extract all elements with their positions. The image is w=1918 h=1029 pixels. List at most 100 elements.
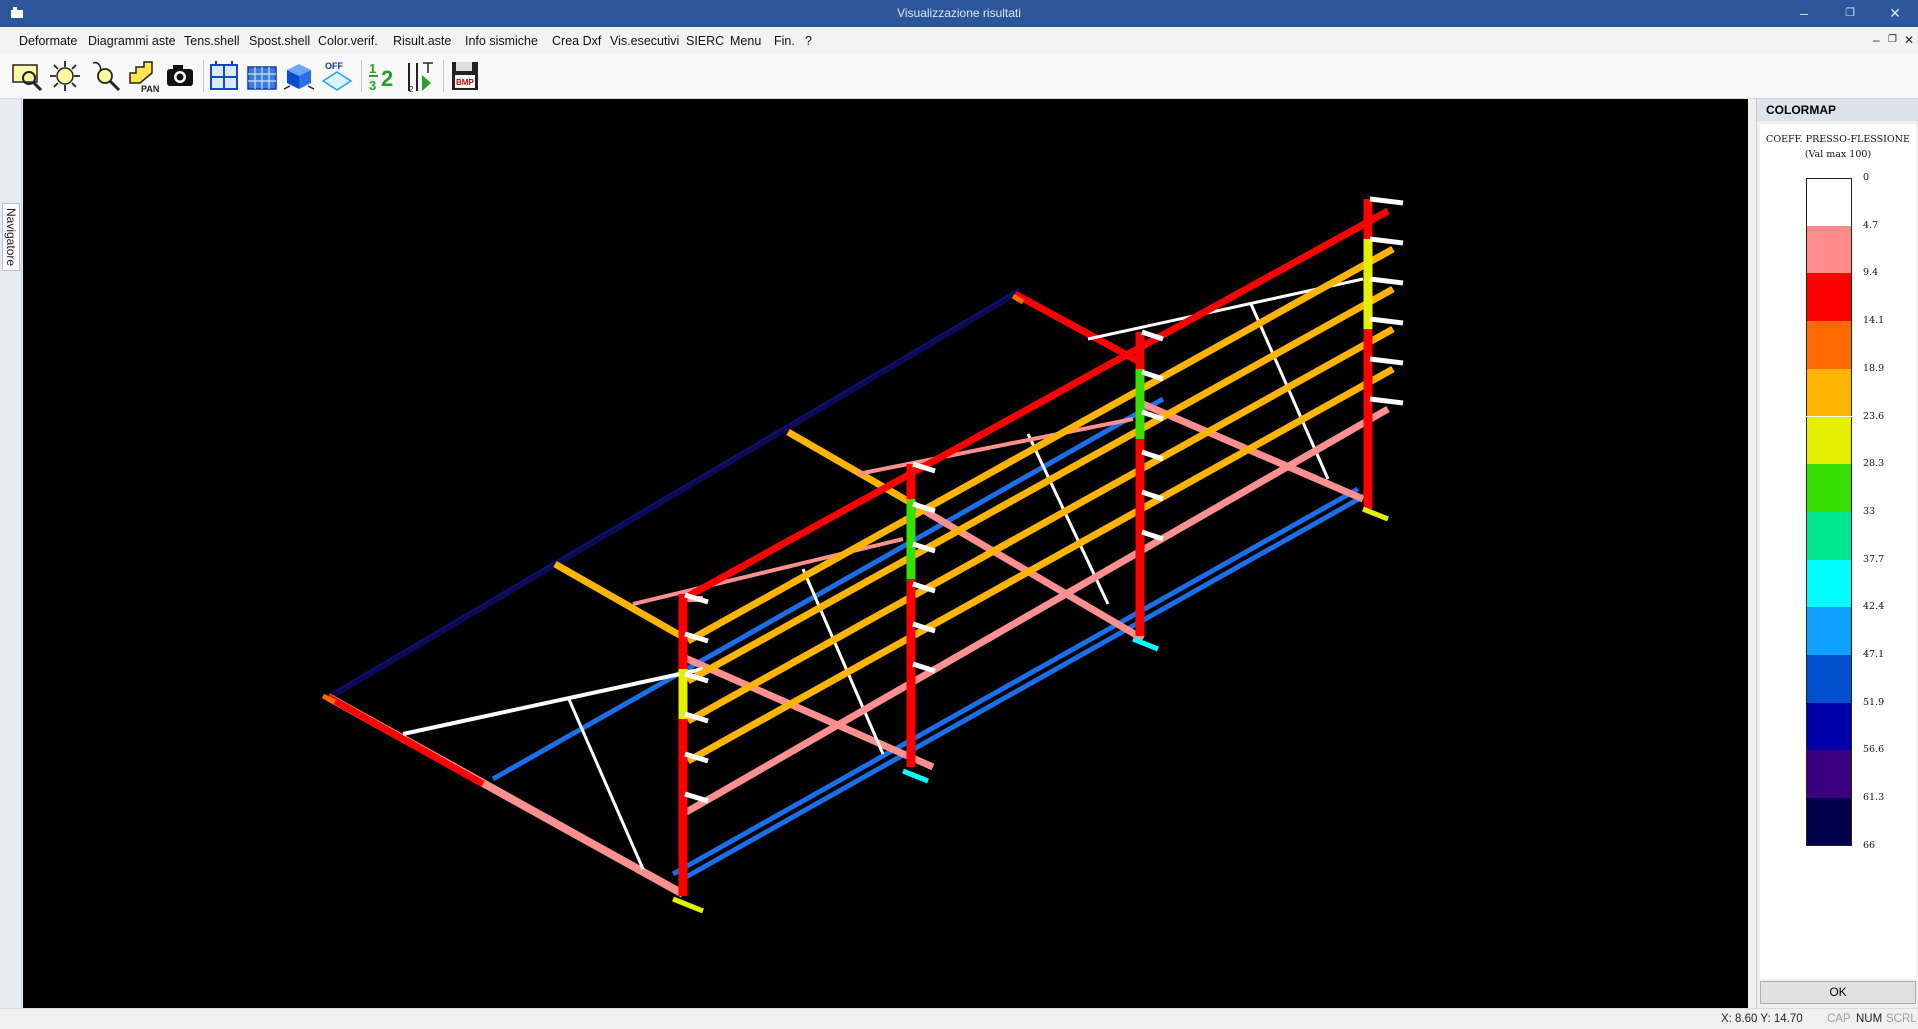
menu-deformate[interactable]: Deformate (19, 34, 77, 48)
colormap-panel: COLORMAP COEFF. PRESSO-FLESSIONE (Val ma… (1756, 99, 1918, 1008)
numbering-digit: 2 (381, 66, 393, 91)
toolbar-separator (443, 60, 444, 92)
beam-rafter (326, 693, 485, 788)
colormap-swatch (1806, 273, 1852, 322)
navigator-tab[interactable]: Navigatore (2, 203, 20, 272)
menu-sierc[interactable]: SIERC (686, 34, 724, 48)
mdi-minimize-button[interactable]: – (1873, 33, 1880, 47)
ok-button[interactable]: OK (1760, 981, 1916, 1004)
colormap-swatch (1806, 702, 1852, 751)
colormap-swatch (1806, 368, 1852, 417)
menu-spost-shell[interactable]: Spost.shell (249, 34, 310, 48)
colormap-legend: COEFF. PRESSO-FLESSIONE (Val max 100) 0 4… (1760, 124, 1916, 979)
colormap-swatch (1806, 559, 1852, 608)
cap-indicator: CAP (1827, 1013, 1851, 1025)
window-title: Visualizzazione risultati (897, 6, 1021, 20)
colormap-tick-label: 4.7 (1863, 219, 1879, 231)
colormap-tick-label: 9.4 (1863, 267, 1879, 279)
beam-bottom (677, 493, 1366, 884)
beam-knee (553, 560, 685, 641)
brace (402, 667, 704, 736)
camera-icon[interactable] (163, 59, 197, 93)
zoom-window-icon[interactable] (10, 59, 44, 93)
3d-cube-icon[interactable] (282, 59, 316, 93)
numbering-icon[interactable]: 1 3 2 (366, 59, 400, 93)
pan-icon[interactable]: PAN (126, 59, 160, 93)
status-bar: X: 8.60 Y: 14.70 CAP NUM SCRL (0, 1008, 1918, 1029)
colormap-header: COLORMAP (1757, 99, 1918, 121)
menu-risult-aste[interactable]: Risult.aste (393, 34, 451, 48)
panel-splitter[interactable] (1748, 99, 1756, 1008)
colormap-tick-label: 28.3 (1863, 458, 1885, 470)
colormap-tick-label: 66 (1863, 839, 1876, 851)
beam-rafter (1013, 290, 1140, 365)
colormap-swatch (1806, 321, 1852, 369)
bmp-label: BMP (456, 78, 474, 87)
restore-button[interactable]: ❐ (1827, 0, 1873, 27)
colormap-tick-label: 42.4 (1863, 601, 1885, 613)
colormap-tick-label: 18.9 (1863, 362, 1885, 374)
menu-tens-shell[interactable]: Tens.shell (184, 34, 240, 48)
colormap-tick-label: 47.1 (1863, 649, 1885, 660)
colormap-swatch (1806, 464, 1852, 512)
off-plane-icon[interactable]: OFF (320, 59, 354, 93)
colormap-tick-label: 51.9 (1863, 696, 1885, 708)
minimize-button[interactable]: – (1781, 0, 1827, 27)
menu-bar: Deformate Diagrammi aste Tens.shell Spos… (0, 27, 1918, 55)
menu-info-sismiche[interactable]: Info sismiche (465, 34, 538, 48)
colormap-tick-label: 37.7 (1863, 553, 1885, 565)
pan-label: PAN (141, 84, 159, 93)
num-indicator: NUM (1856, 1013, 1883, 1025)
colormap-swatch (1806, 511, 1852, 560)
toolbar-separator (203, 60, 204, 92)
off-label: OFF (325, 61, 343, 71)
colormap-tick-label: 0 (1863, 172, 1870, 183)
menu-vis-esecutivi[interactable]: Vis.esecutivi (610, 34, 679, 48)
numbering-digit: 3 (369, 78, 376, 93)
toolbar-separator (361, 60, 362, 92)
zoom-extents-icon[interactable] (48, 59, 82, 93)
menu-fin[interactable]: Fin. (774, 34, 795, 48)
brace (566, 696, 645, 870)
colormap-swatch (1806, 655, 1852, 703)
axes-icon[interactable]: 2 (403, 59, 437, 93)
mdi-restore-button[interactable]: ❐ (1888, 34, 1897, 45)
colormap-swatch (1806, 750, 1852, 799)
colormap-swatch (1806, 607, 1852, 655)
base-plate (1362, 506, 1389, 522)
navigator-panel: Navigatore (0, 99, 22, 1029)
axes-label: 2 (409, 85, 414, 93)
colormap-tick-label: 14.1 (1863, 315, 1885, 327)
title-bar: Visualizzazione risultati – ❐ ✕ (0, 0, 1918, 27)
colormap-tick-label: 33 (1863, 505, 1876, 517)
colormap-swatch (1806, 798, 1852, 846)
close-button[interactable]: ✕ (1872, 0, 1918, 27)
mdi-close-button[interactable]: ✕ (1904, 33, 1914, 47)
colormap-swatch (1806, 225, 1852, 274)
purlin (686, 285, 1395, 685)
menu-crea-dxf[interactable]: Crea Dxf (552, 34, 601, 48)
colormap-swatch (1806, 416, 1852, 465)
menu-menu[interactable]: Menu (730, 34, 761, 48)
frame-view-icon[interactable] (207, 59, 241, 93)
colormap-tick-label: 61.3 (1863, 792, 1885, 804)
structure-viewport[interactable] (23, 99, 1748, 1008)
bmp-save-icon[interactable]: BMP (448, 59, 482, 93)
purlin (686, 325, 1395, 725)
numbering-digit: 1 (369, 61, 376, 76)
zoom-realtime-icon[interactable] (88, 59, 122, 93)
colormap-swatch (1806, 178, 1852, 226)
base-plate (672, 896, 704, 914)
menu-diagrammi-aste[interactable]: Diagrammi aste (88, 34, 176, 48)
cursor-coordinates: X: 8.60 Y: 14.70 (1721, 1013, 1803, 1025)
scrl-indicator: SCRL (1886, 1013, 1917, 1025)
colormap-tick-label: 23.6 (1863, 410, 1885, 422)
beam-transverse (681, 653, 935, 771)
colormap-title-line2: (Val max 100) (1804, 149, 1872, 160)
menu-color-verif[interactable]: Color.verif. (318, 34, 378, 48)
menu-help[interactable]: ? (805, 34, 812, 48)
building-view-icon[interactable] (245, 59, 279, 93)
toolbar: PAN OFF 1 3 2 2 BMP (0, 54, 1918, 99)
colormap-title: COEFF. PRESSO-FLESSIONE (Val max 100) (1760, 132, 1916, 162)
base-plate (902, 768, 929, 784)
